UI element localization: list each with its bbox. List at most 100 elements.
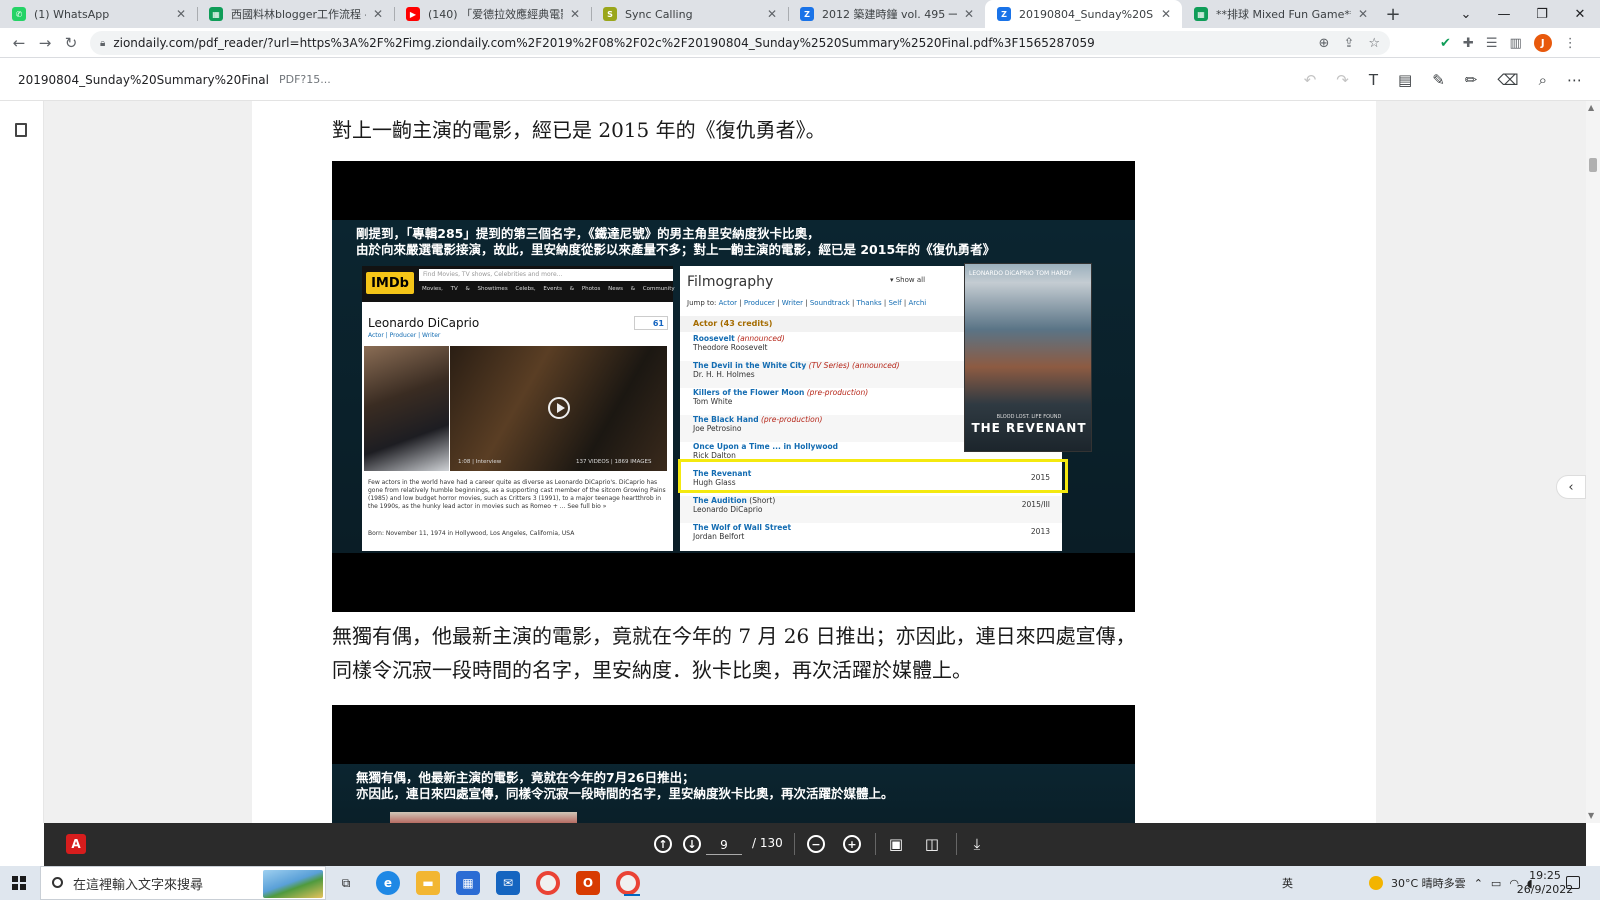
undo-icon[interactable]: ↶ — [1304, 71, 1317, 89]
side-panel-toggle-icon[interactable]: ‹ — [1556, 475, 1586, 499]
scroll-down-arrow-icon[interactable]: ▼ — [1588, 811, 1594, 820]
close-icon[interactable]: ✕ — [1158, 7, 1174, 21]
highlighter-icon[interactable]: ✎ — [1432, 71, 1445, 89]
eraser-icon[interactable]: ⌫ — [1497, 71, 1518, 89]
tab-blogger-sheet[interactable]: ▦ 西國料林blogger工作流程 - Go ✕ — [197, 0, 394, 28]
side-panel-icon[interactable]: ▥ — [1509, 36, 1521, 51]
close-icon[interactable]: ✕ — [1355, 7, 1371, 21]
tab-search-chevron-icon[interactable]: ⌄ — [1448, 0, 1484, 28]
share-icon[interactable]: ⇪ — [1343, 36, 1354, 51]
acrobat-logo-icon[interactable]: A — [66, 834, 86, 854]
zoom-in-icon[interactable]: + — [843, 835, 861, 853]
tab-whatsapp[interactable]: ✆ (1) WhatsApp ✕ — [0, 0, 197, 28]
task-view-icon[interactable]: ⧉ — [334, 871, 358, 895]
thumbnails-icon[interactable] — [15, 123, 27, 137]
reading-list-icon[interactable]: ☰ — [1486, 36, 1498, 51]
sheets-icon: ▦ — [209, 7, 223, 21]
jump-label: Jump to: — [687, 299, 717, 307]
close-icon[interactable]: ✕ — [370, 7, 386, 21]
close-icon[interactable]: ✕ — [764, 7, 780, 21]
tab-title: 2012 築建時鐘 vol. 495 ── 「星 — [822, 8, 957, 21]
tray-chevron-icon[interactable]: ⌃ — [1474, 877, 1483, 890]
chrome-active-icon[interactable] — [616, 871, 640, 896]
poster-tagline: BLOOD LOST. LIFE FOUND — [996, 414, 1062, 420]
search-icon[interactable]: ⌕ — [1539, 71, 1547, 89]
page-total: / 130 — [752, 836, 783, 850]
new-tab-button[interactable]: + — [1379, 0, 1407, 28]
page-number-input[interactable]: 9 — [706, 835, 742, 855]
more-options-icon[interactable]: ⋯ — [1567, 71, 1582, 89]
jump-link: Actor — [718, 299, 738, 307]
tab-title: **排球 Mixed Fun Game** (回 — [1216, 8, 1351, 21]
actor-born: Born: November 11, 1974 in Hollywood, Lo… — [368, 530, 575, 537]
close-icon[interactable]: ✕ — [567, 7, 583, 21]
ime-indicator[interactable]: 英 — [1282, 875, 1293, 891]
download-icon[interactable]: ⤓ — [969, 835, 985, 853]
film-status: (announced) — [737, 334, 785, 343]
tab-title: Sync Calling — [625, 7, 693, 21]
browser-menu-icon[interactable]: ⋮ — [1564, 36, 1577, 51]
address-bar[interactable]: 🔒︎ ziondaily.com/pdf_reader/?url=https%3… — [90, 31, 1390, 55]
paragraph-middle: 同樣令沉寂一段時間的名字，里安納度．狄卡比奧，再次活躍於媒體上。 — [332, 658, 972, 682]
search-highlight-image[interactable] — [263, 870, 323, 898]
actor-bio: Few actors in the world have had a caree… — [368, 479, 666, 510]
youtube-icon: ▶ — [406, 7, 420, 21]
close-icon[interactable]: ✕ — [173, 7, 189, 21]
taskbar-search-input[interactable]: 在這裡輸入文字來搜尋 — [40, 866, 326, 900]
extensions-puzzle-icon[interactable]: ✚ — [1463, 36, 1474, 51]
scroll-thumb[interactable] — [1589, 158, 1597, 172]
film-year: 2013 — [1030, 527, 1050, 536]
pdf-page: 對上一齣主演的電影，經已是 2015 年的《復仇勇者》。 剛提到，「專輯285」… — [252, 101, 1376, 823]
reload-icon[interactable]: ↻ — [58, 30, 84, 56]
notifications-icon[interactable] — [1566, 876, 1580, 889]
vertical-scrollbar[interactable]: ▲ ▼ — [1586, 101, 1600, 823]
tab-youtube[interactable]: ▶ (140) 「爱德拉效應經典電影對白 ✕ — [394, 0, 591, 28]
text-tool-icon[interactable]: T — [1369, 71, 1378, 89]
lock-icon[interactable]: 🔒︎ — [100, 38, 105, 49]
imdb-header: IMDb Find Movies, TV shows, Celebrities … — [362, 266, 708, 302]
back-arrow-icon[interactable]: ← — [6, 30, 32, 56]
actor-name: Leonardo DiCaprio — [368, 316, 480, 330]
bookmark-star-icon[interactable]: ☆ — [1368, 36, 1380, 51]
profile-avatar[interactable]: J — [1533, 34, 1552, 52]
comment-icon[interactable]: ▤ — [1398, 71, 1412, 89]
url-text[interactable]: ziondaily.com/pdf_reader/?url=https%3A%2… — [113, 36, 1094, 50]
tab-mixed-fun-game[interactable]: ▦ **排球 Mixed Fun Game** (回 ✕ — [1182, 0, 1379, 28]
tab-pdf-active[interactable]: Z 20190804_Sunday%20Summa ✕ — [985, 0, 1182, 28]
restore-icon[interactable]: ❐ — [1524, 0, 1560, 28]
network-icon[interactable]: ▭ — [1491, 877, 1501, 890]
zoom-icon[interactable]: ⊕ — [1319, 36, 1330, 51]
minimize-icon[interactable]: — — [1486, 0, 1522, 28]
pdf-viewer[interactable]: 對上一齣主演的電影，經已是 2015 年的《復仇勇者》。 剛提到，「專輯285」… — [44, 101, 1586, 823]
window-close-icon[interactable]: ✕ — [1562, 0, 1598, 28]
pen-icon[interactable]: ✏ — [1465, 71, 1478, 89]
forward-arrow-icon[interactable]: → — [32, 30, 58, 56]
tab-ziondaily-article[interactable]: Z 2012 築建時鐘 vol. 495 ── 「星 ✕ — [788, 0, 985, 28]
extension-check-icon[interactable]: ✔ — [1440, 36, 1451, 51]
tab-title: (140) 「爱德拉效應經典電影對白 — [428, 8, 563, 21]
fit-width-icon[interactable]: ◫ — [924, 835, 940, 853]
jump-link: Producer — [743, 299, 775, 307]
scroll-up-arrow-icon[interactable]: ▲ — [1588, 103, 1594, 112]
film-title: The Audition — [693, 496, 747, 505]
weather-text[interactable]: 30°C 晴時多雲 — [1391, 875, 1466, 891]
film-status: (pre-production) — [760, 415, 823, 424]
fit-page-icon[interactable]: ▣ — [888, 835, 904, 853]
windows-start-icon[interactable] — [12, 876, 26, 890]
file-explorer-icon[interactable]: ▬ — [416, 871, 440, 895]
close-icon[interactable]: ✕ — [961, 7, 977, 21]
microsoft-store-icon[interactable]: ▦ — [456, 871, 480, 895]
taskbar-search-placeholder[interactable]: 在這裡輸入文字來搜尋 — [73, 874, 203, 893]
office-icon[interactable]: O — [576, 871, 600, 895]
poster-cast: LEONARDO DiCAPRIO TOM HARDY — [969, 270, 1072, 277]
weather-sun-icon[interactable] — [1369, 876, 1383, 890]
edge-browser-icon[interactable]: e — [376, 871, 400, 895]
redo-icon[interactable]: ↷ — [1336, 71, 1349, 89]
mail-icon[interactable]: ✉ — [496, 871, 520, 895]
chrome-icon[interactable] — [536, 871, 560, 895]
film-title: The Devil in the White City — [693, 361, 807, 370]
next-page-icon[interactable]: ↓ — [683, 835, 701, 853]
tab-sync-calling[interactable]: S Sync Calling ✕ — [591, 0, 788, 28]
previous-page-icon[interactable]: ↑ — [654, 835, 672, 853]
zoom-out-icon[interactable]: − — [807, 835, 825, 853]
